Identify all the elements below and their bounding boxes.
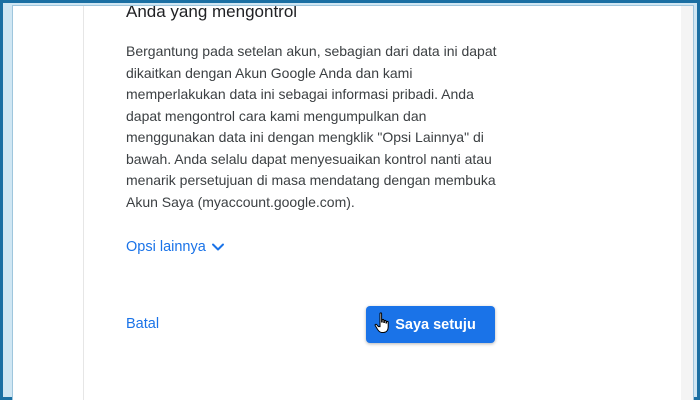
more-options-label: Opsi lainnya [126, 239, 206, 255]
section-title: Anda yang mengontrol [126, 6, 298, 21]
chevron-down-icon [211, 243, 224, 251]
scrollbar-track[interactable] [681, 6, 693, 400]
hand-pointer-icon [374, 312, 389, 333]
screenshot-frame: Anda yang mengontrol Bergantung pada set… [3, 3, 697, 400]
section-description: Bergantung pada setelan akun, sebagian d… [126, 43, 497, 210]
more-options-link[interactable]: Opsi lainnya [126, 239, 226, 255]
cancel-button[interactable]: Batal [126, 316, 159, 332]
consent-page: Anda yang mengontrol Bergantung pada set… [13, 6, 693, 400]
left-margin [13, 6, 84, 400]
agree-button-label: Saya setuju [395, 316, 476, 333]
